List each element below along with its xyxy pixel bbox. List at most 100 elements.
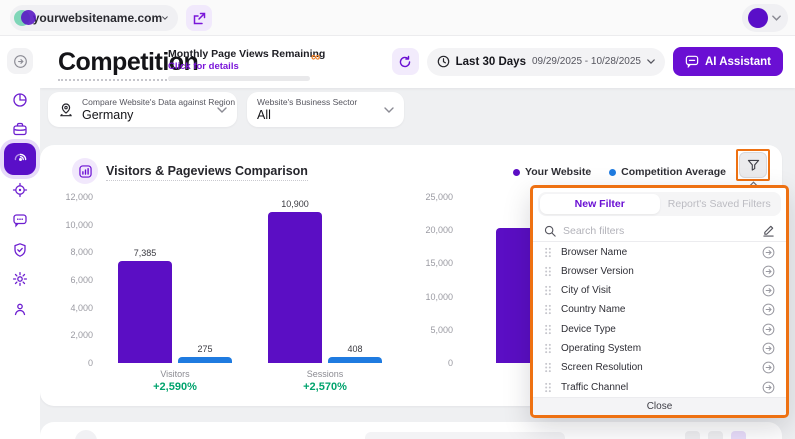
arrow-right-circle-icon[interactable] bbox=[762, 323, 775, 336]
drag-handle-icon[interactable] bbox=[544, 304, 552, 315]
filter-item-label: Device Type bbox=[561, 324, 753, 335]
open-website-button[interactable] bbox=[186, 5, 212, 31]
filter-list-item[interactable]: Browser Name bbox=[533, 242, 786, 261]
drag-handle-icon[interactable] bbox=[544, 343, 552, 354]
region-pin-icon bbox=[58, 102, 74, 118]
sidebar-item-competition[interactable] bbox=[4, 143, 36, 175]
sector-dropdown-value: All bbox=[257, 108, 378, 122]
pageviews-remaining-block: Monthly Page Views Remaining Click for d… bbox=[168, 48, 358, 81]
tab-saved-filters[interactable]: Report's Saved Filters bbox=[660, 194, 780, 214]
drag-handle-icon[interactable] bbox=[544, 266, 552, 277]
close-filter-panel-button[interactable]: Close bbox=[533, 397, 786, 415]
website-selector[interactable]: yourwebsitename.com bbox=[10, 5, 178, 31]
region-dropdown-value: Germany bbox=[82, 108, 211, 122]
filter-item-label: City of Visit bbox=[561, 285, 753, 296]
sidebar-item-analytics[interactable] bbox=[7, 87, 33, 113]
arrow-right-circle-icon[interactable] bbox=[762, 265, 775, 278]
drag-handle-icon[interactable] bbox=[544, 247, 552, 258]
briefcase-icon bbox=[12, 121, 28, 137]
clock-icon bbox=[437, 55, 450, 68]
section-button-placeholder[interactable] bbox=[731, 431, 746, 439]
page-header: Competition Monthly Page Views Remaining… bbox=[40, 36, 795, 88]
filter-list-item[interactable]: Device Type bbox=[533, 320, 786, 339]
ai-chat-icon bbox=[685, 55, 699, 68]
legend-dot-blue bbox=[609, 169, 616, 176]
sidebar-item-settings[interactable] bbox=[7, 266, 33, 292]
arrow-right-circle-icon[interactable] bbox=[762, 361, 775, 374]
arrow-right-circle-icon[interactable] bbox=[762, 303, 775, 316]
refresh-button[interactable] bbox=[392, 48, 419, 75]
region-dropdown[interactable]: Compare Website's Data against Region Ge… bbox=[48, 92, 237, 127]
sidebar-item-privacy[interactable] bbox=[7, 237, 33, 263]
date-preset: Last 30 Days bbox=[456, 56, 526, 68]
filter-item-label: Country Name bbox=[561, 304, 753, 315]
website-favicon bbox=[14, 8, 26, 28]
sidebar-item-tracking[interactable] bbox=[7, 177, 33, 203]
arrow-right-circle-icon[interactable] bbox=[762, 284, 775, 297]
user-menu[interactable] bbox=[742, 4, 788, 32]
filter-list-item[interactable]: Screen Resolution bbox=[533, 358, 786, 377]
competition-icon bbox=[12, 151, 29, 168]
arrow-right-circle-icon[interactable] bbox=[762, 342, 775, 355]
filter-search-row bbox=[533, 220, 786, 242]
pageviews-remaining-label: Monthly Page Views Remaining bbox=[168, 48, 358, 60]
filter-item-label: Screen Resolution bbox=[561, 362, 753, 373]
filter-list-item[interactable]: City of Visit bbox=[533, 281, 786, 300]
edit-off-icon[interactable] bbox=[762, 224, 775, 237]
chart-filter-button[interactable] bbox=[739, 152, 767, 178]
x-axis-category-label: Sessions bbox=[268, 369, 382, 379]
arrow-right-circle-icon[interactable] bbox=[762, 246, 775, 259]
chat-icon bbox=[12, 212, 28, 228]
drag-handle-icon[interactable] bbox=[544, 382, 552, 393]
chevron-down-icon bbox=[217, 107, 227, 113]
tab-new-filter[interactable]: New Filter bbox=[540, 194, 660, 214]
x-axis-category-label: Visitors bbox=[118, 369, 232, 379]
sidebar-item-feedback[interactable] bbox=[7, 207, 33, 233]
search-icon bbox=[544, 225, 556, 237]
filter-panel: New Filter Report's Saved Filters Browse… bbox=[530, 185, 789, 418]
sidebar-item-account[interactable] bbox=[7, 296, 33, 322]
drag-handle-icon[interactable] bbox=[544, 324, 552, 335]
filter-item-label: Browser Version bbox=[561, 266, 753, 277]
sector-dropdown[interactable]: Website's Business Sector All bbox=[247, 92, 404, 127]
region-dropdown-label: Compare Website's Data against Region bbox=[82, 97, 211, 107]
user-location-icon bbox=[12, 301, 28, 317]
filter-list-item[interactable]: Operating System bbox=[533, 339, 786, 358]
legend-your-website[interactable]: Your Website bbox=[513, 166, 591, 178]
legend-competition-average[interactable]: Competition Average bbox=[609, 166, 726, 178]
target-icon bbox=[12, 182, 28, 198]
chevron-down-icon bbox=[162, 15, 168, 21]
search-filters-input[interactable] bbox=[563, 225, 755, 237]
top-bar: yourwebsitename.com bbox=[0, 0, 795, 36]
filter-item-label: Traffic Channel bbox=[561, 382, 753, 393]
change-percentage-label: +2,590% bbox=[118, 381, 232, 393]
next-section-card bbox=[40, 422, 782, 439]
drag-handle-icon[interactable] bbox=[544, 362, 552, 373]
section-button-placeholder[interactable] bbox=[708, 431, 723, 439]
pageviews-details-link[interactable]: Click for details bbox=[168, 61, 358, 72]
section-button-placeholder[interactable] bbox=[685, 431, 700, 439]
sidebar-collapse-button[interactable] bbox=[7, 48, 33, 74]
refresh-icon bbox=[398, 55, 412, 69]
filter-list-item[interactable]: Traffic Channel bbox=[533, 378, 786, 397]
filter-funnel-icon bbox=[747, 159, 760, 172]
filter-list-item[interactable]: Browser Version bbox=[533, 262, 786, 281]
filter-item-label: Operating System bbox=[561, 343, 753, 354]
avatar bbox=[748, 8, 768, 28]
pie-chart-icon bbox=[12, 92, 28, 108]
sidebar-item-business[interactable] bbox=[7, 116, 33, 142]
legend-dot-purple bbox=[513, 169, 520, 176]
sector-dropdown-label: Website's Business Sector bbox=[257, 97, 378, 107]
filter-button-highlight bbox=[736, 149, 770, 181]
ai-assistant-button[interactable]: AI Assistant bbox=[673, 47, 783, 76]
date-range-selector[interactable]: Last 30 Days 09/29/2025 - 10/28/2025 bbox=[427, 48, 665, 76]
filter-item-label: Browser Name bbox=[561, 247, 753, 258]
pageviews-progress-bar bbox=[168, 76, 310, 81]
filter-list: Browser Name Browser Version City of Vis… bbox=[533, 242, 786, 396]
drag-handle-icon[interactable] bbox=[544, 285, 552, 296]
arrow-right-circle-icon[interactable] bbox=[762, 381, 775, 394]
filter-list-item[interactable]: Country Name bbox=[533, 300, 786, 319]
collapse-sidebar-icon bbox=[13, 54, 28, 69]
sidebar bbox=[0, 36, 40, 439]
chevron-down-icon bbox=[647, 59, 655, 64]
